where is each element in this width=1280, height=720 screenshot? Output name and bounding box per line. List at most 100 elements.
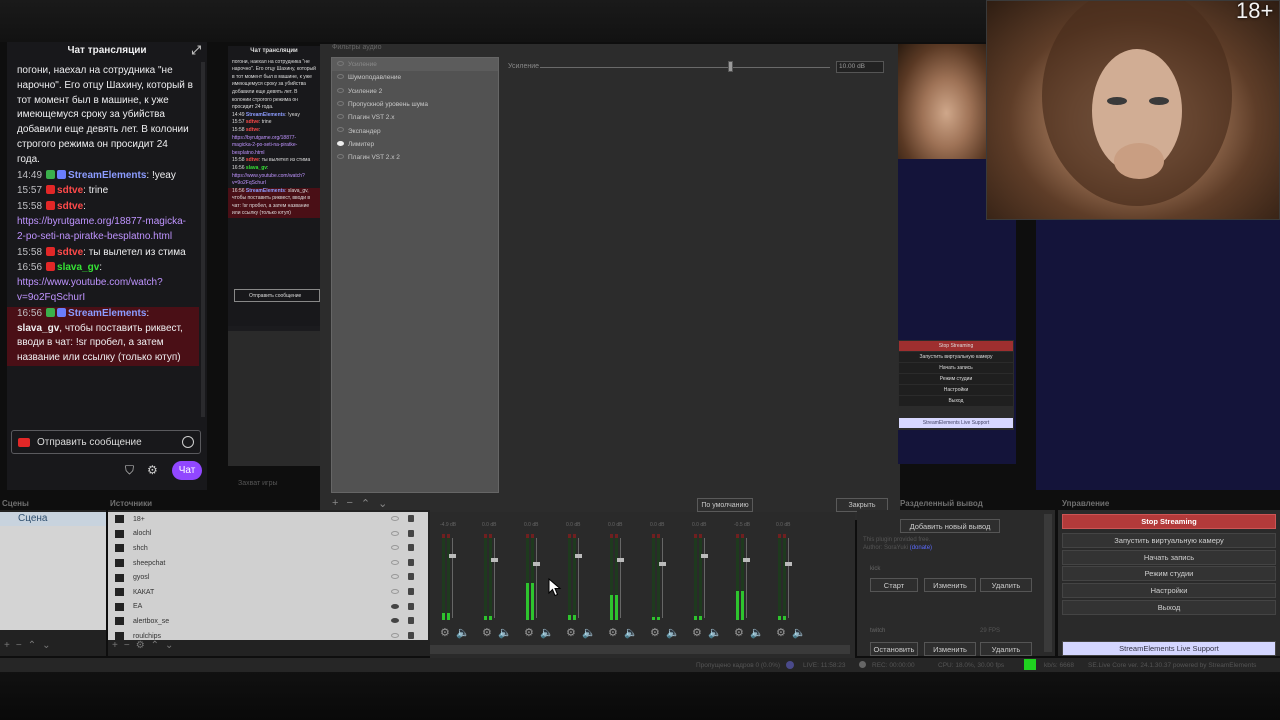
eye-icon[interactable] — [337, 74, 344, 80]
gain-value-input[interactable]: 10.00 dB — [836, 61, 884, 73]
eye-icon[interactable] — [337, 114, 344, 120]
fader-handle[interactable] — [743, 558, 750, 562]
eye-icon[interactable] — [391, 603, 399, 609]
speaker-icon[interactable]: 🔈 — [498, 626, 512, 639]
channel-settings-gear-icon[interactable]: ⚙ — [776, 626, 786, 639]
eye-icon[interactable] — [391, 632, 399, 638]
speaker-icon[interactable]: 🔈 — [708, 626, 722, 639]
scene-list[interactable] — [0, 512, 106, 630]
message-link[interactable]: https://www.youtube.com/watch?v=9o2FqSch… — [17, 277, 163, 303]
start-button[interactable]: Старт — [870, 578, 918, 592]
add-icon[interactable]: + — [112, 640, 124, 651]
fader-track[interactable] — [746, 538, 747, 618]
speaker-icon[interactable]: 🔈 — [582, 626, 596, 639]
mixer-channel[interactable] — [440, 530, 458, 622]
lock-icon[interactable] — [408, 544, 414, 552]
channel-settings-gear-icon[interactable]: ⚙ — [482, 626, 492, 639]
lock-icon[interactable] — [408, 587, 414, 595]
username[interactable]: StreamElements — [68, 170, 146, 181]
channel-settings-gear-icon[interactable]: ⚙ — [440, 626, 450, 639]
channel-settings-gear-icon[interactable]: ⚙ — [650, 626, 660, 639]
donate-link[interactable]: (donate) — [910, 545, 932, 551]
speaker-icon[interactable]: 🔈 — [624, 626, 638, 639]
move-up-icon[interactable]: ⌃ — [28, 640, 42, 651]
move-down-icon[interactable]: ⌄ — [42, 640, 56, 651]
remove-icon[interactable]: − — [346, 497, 352, 511]
channel-settings-gear-icon[interactable]: ⚙ — [566, 626, 576, 639]
start-recording-button[interactable]: Начать запись — [1062, 550, 1276, 565]
studio-mode-button[interactable]: Режим студии — [1062, 566, 1276, 581]
channel-settings-gear-icon[interactable]: ⚙ — [734, 626, 744, 639]
speaker-icon[interactable]: 🔈 — [540, 626, 554, 639]
speaker-icon[interactable]: 🔈 — [456, 626, 470, 639]
chat-scrollbar[interactable] — [201, 62, 205, 417]
eye-icon[interactable] — [391, 574, 399, 580]
shield-icon[interactable]: ⛉ — [125, 463, 134, 478]
mixer-channel[interactable] — [482, 530, 500, 622]
eye-icon[interactable] — [391, 530, 399, 536]
fader-track[interactable] — [704, 538, 705, 618]
source-item[interactable]: gyosl — [108, 570, 428, 585]
defaults-button[interactable]: По умолчанию — [697, 498, 753, 512]
exit-button[interactable]: Выход — [1062, 600, 1276, 615]
username[interactable]: sdtve — [57, 247, 83, 258]
move-down-icon[interactable]: ⌄ — [378, 497, 387, 511]
fader-handle[interactable] — [659, 562, 666, 566]
eye-icon[interactable] — [337, 100, 344, 106]
fader-track[interactable] — [662, 538, 663, 618]
fader-handle[interactable] — [491, 558, 498, 562]
scene-item[interactable]: Сцена — [0, 512, 106, 526]
stop-button[interactable]: Остановить — [870, 642, 918, 656]
popout-icon[interactable]: ⤢ — [191, 43, 201, 58]
fader-track[interactable] — [578, 538, 579, 618]
username[interactable]: sdtve — [57, 185, 83, 196]
mixer-channel[interactable] — [524, 530, 542, 622]
channel-settings-gear-icon[interactable]: ⚙ — [524, 626, 534, 639]
eye-icon[interactable] — [337, 154, 344, 160]
gear-icon[interactable]: ⚙ — [147, 463, 158, 477]
add-icon[interactable]: + — [4, 640, 16, 651]
fader-handle[interactable] — [575, 554, 582, 558]
settings-button[interactable]: Настройки — [1062, 583, 1276, 598]
mixer-channel[interactable] — [734, 530, 752, 622]
mixer-channel[interactable] — [650, 530, 668, 622]
mixer-channel[interactable] — [608, 530, 626, 622]
chat-input[interactable]: Отправить сообщение — [11, 430, 201, 454]
lock-icon[interactable] — [408, 617, 414, 625]
delete-button[interactable]: Удалить — [980, 578, 1032, 592]
speaker-icon[interactable]: 🔈 — [792, 626, 806, 639]
stop-streaming-button[interactable]: Stop Streaming — [1062, 514, 1276, 529]
edit-button[interactable]: Изменить — [924, 578, 976, 592]
mixer-channel[interactable] — [776, 530, 794, 622]
move-up-icon[interactable]: ⌃ — [361, 497, 370, 511]
source-item[interactable]: alertbox_se — [108, 614, 428, 629]
source-item[interactable]: sheepchat — [108, 556, 428, 571]
fader-handle[interactable] — [617, 558, 624, 562]
speaker-icon[interactable]: 🔈 — [666, 626, 680, 639]
eye-icon[interactable] — [337, 127, 344, 133]
remove-icon[interactable]: − — [16, 640, 28, 651]
channel-settings-gear-icon[interactable]: ⚙ — [692, 626, 702, 639]
filter-item[interactable]: Пропускной уровень шума — [332, 98, 498, 111]
eye-icon[interactable] — [337, 87, 344, 93]
username[interactable]: slava_gv — [57, 262, 99, 273]
filter-item[interactable]: Плагин VST 2.x 2 — [332, 151, 498, 164]
fader-track[interactable] — [494, 538, 495, 618]
move-up-icon[interactable]: ⌃ — [151, 640, 165, 651]
gear-icon[interactable]: ⚙ — [136, 640, 151, 651]
speaker-icon[interactable]: 🔈 — [750, 626, 764, 639]
lock-icon[interactable] — [408, 602, 414, 610]
filter-item[interactable]: Плагин VST 2.x — [332, 111, 498, 124]
username[interactable]: StreamElements — [68, 308, 146, 319]
filter-list[interactable]: Усиление Шумоподавление Усиление 2 Пропу… — [331, 57, 499, 493]
filter-item[interactable]: Усиление — [332, 58, 498, 72]
lock-icon[interactable] — [408, 515, 414, 522]
username[interactable]: sdtve — [57, 201, 83, 212]
eye-icon[interactable] — [391, 545, 399, 551]
message-link[interactable]: https://byrutgame.org/18877-magicka-2-po… — [17, 216, 186, 242]
filter-item[interactable]: Шумоподавление — [332, 71, 498, 84]
eye-icon[interactable] — [391, 516, 399, 521]
virtual-camera-button[interactable]: Запустить виртуальную камеру — [1062, 533, 1276, 548]
fader-handle[interactable] — [785, 562, 792, 566]
split-output-scrollbar[interactable] — [1044, 514, 1052, 652]
